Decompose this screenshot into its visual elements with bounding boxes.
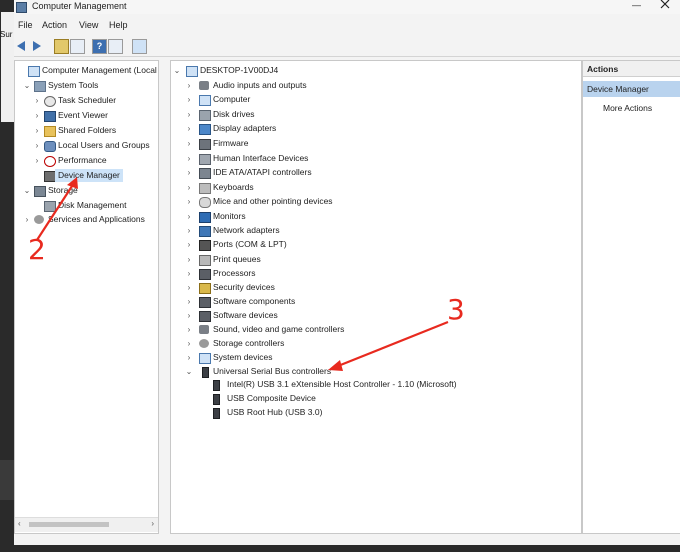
- annotation-arrows: [36, 177, 449, 371]
- annotation-3: 3: [447, 293, 465, 326]
- arrow-2-line: [36, 182, 75, 241]
- arrow-3-head: [328, 360, 343, 371]
- annotation-2: 2: [28, 233, 46, 266]
- arrow-3-line: [337, 320, 449, 368]
